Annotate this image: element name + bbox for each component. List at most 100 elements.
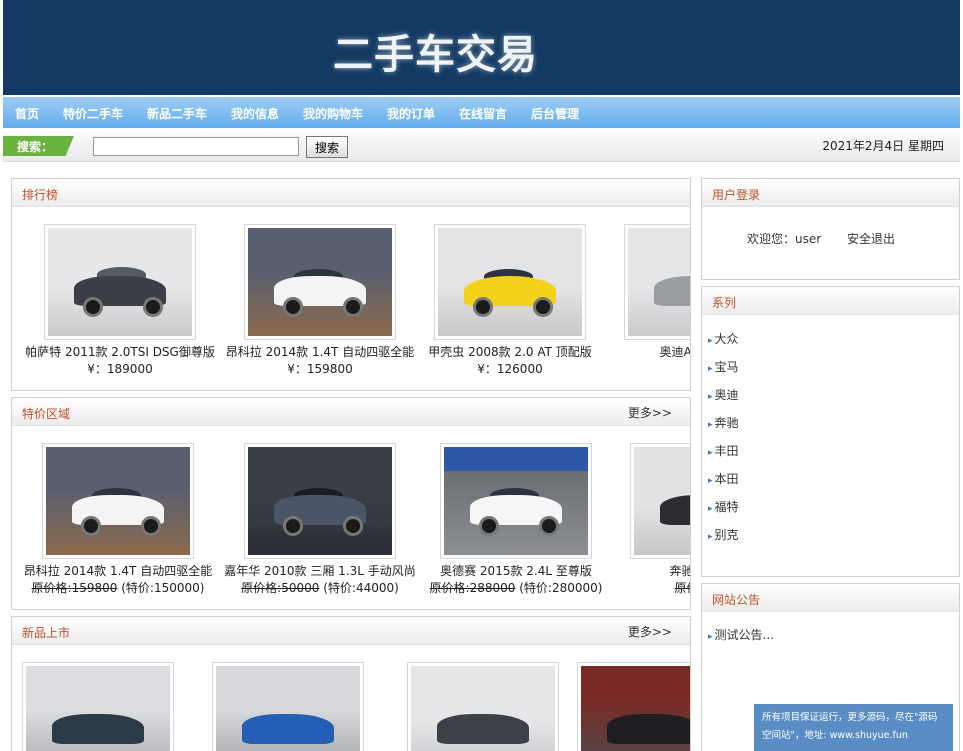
- nav-admin[interactable]: 后台管理: [531, 105, 579, 122]
- new-item[interactable]: [178, 662, 398, 751]
- arrow-icon: ▸: [708, 336, 713, 346]
- car-thumbnail[interactable]: [407, 662, 559, 751]
- login-title: 用户登录: [712, 188, 761, 202]
- new-arrivals-more-link[interactable]: 更多>>: [628, 623, 672, 640]
- car-thumbnail[interactable]: [440, 443, 592, 559]
- series-item-label[interactable]: 福特: [715, 500, 739, 514]
- series-item[interactable]: ▸ 福特: [708, 498, 739, 526]
- site-title: 二手车交易: [333, 32, 538, 78]
- series-panel: 系列 ▸ 大众 ▸ 宝马 ▸ 奥迪 ▸ 奔驰 ▸ 丰田 ▸ 本田 ▸ 福特 ▸ 别克: [701, 286, 960, 577]
- new-item[interactable]: [543, 662, 690, 751]
- car-photo: [46, 447, 190, 555]
- car-thumbnail[interactable]: [22, 662, 174, 751]
- car-photo: [26, 666, 170, 751]
- nav-my-info[interactable]: 我的信息: [231, 105, 279, 122]
- nav-messages[interactable]: 在线留言: [459, 105, 507, 122]
- search-button[interactable]: 搜索: [306, 136, 348, 158]
- specials-header: 特价区域 更多>>: [12, 398, 690, 426]
- original-price-label: 原价格:: [31, 581, 72, 595]
- car-photo: [248, 447, 392, 555]
- series-item[interactable]: ▸ 宝马: [708, 358, 739, 386]
- nav-home[interactable]: 首页: [15, 105, 39, 122]
- car-thumbnail[interactable]: [624, 224, 690, 340]
- specials-title: 特价区域: [22, 407, 71, 421]
- login-header: 用户登录: [702, 179, 959, 207]
- ranking-header: 排行榜: [12, 179, 690, 207]
- series-item-label[interactable]: 大众: [715, 332, 739, 346]
- car-photo: [48, 228, 192, 336]
- nav-specials[interactable]: 特价二手车: [63, 105, 123, 122]
- special-price: (特价:280000): [519, 581, 603, 595]
- series-item-label[interactable]: 宝马: [715, 360, 739, 374]
- login-panel: 用户登录 欢迎您：user 安全退出: [701, 178, 960, 280]
- ranking-item[interactable]: 甲壳虫 2008款 2.0 AT 顶配版 ¥：126000: [400, 224, 620, 377]
- nav-my-cart[interactable]: 我的购物车: [303, 105, 363, 122]
- special-price: (特价:44000): [323, 581, 399, 595]
- car-name[interactable]: 奥迪A4L 2010: [590, 343, 690, 360]
- new-arrivals-title: 新品上市: [22, 626, 71, 640]
- new-arrivals-panel: 新品上市 更多>>: [11, 616, 691, 751]
- car-price: 原价格:288000 (特价:280000): [406, 579, 626, 596]
- car-thumbnail[interactable]: [212, 662, 364, 751]
- series-item[interactable]: ▸ 大众: [708, 330, 739, 358]
- car-price: ¥：: [590, 360, 690, 377]
- original-price: 288000: [469, 581, 516, 595]
- car-thumbnail[interactable]: [244, 443, 396, 559]
- series-item[interactable]: ▸ 奥迪: [708, 386, 739, 414]
- special-item[interactable]: 昂科拉 2014款 1.4T 自动四驱全能 原价格:159800 (特价:150…: [12, 443, 228, 596]
- arrow-icon: ▸: [708, 448, 713, 458]
- car-photo: [634, 447, 690, 555]
- series-item[interactable]: ▸ 本田: [708, 470, 739, 498]
- logout-link[interactable]: 安全退出: [847, 230, 895, 247]
- car-price: 原价格:698: [596, 579, 690, 596]
- series-list: ▸ 大众 ▸ 宝马 ▸ 奥迪 ▸ 奔驰 ▸ 丰田 ▸ 本田 ▸ 福特 ▸ 别克: [708, 330, 739, 554]
- car-name[interactable]: 甲壳虫 2008款 2.0 AT 顶配版: [400, 343, 620, 360]
- car-name[interactable]: 嘉年华 2010款 三厢 1.3L 手动风尚: [210, 562, 430, 579]
- series-item-label[interactable]: 丰田: [715, 444, 739, 458]
- car-thumbnail[interactable]: [434, 224, 586, 340]
- ranking-item[interactable]: 帕萨特 2011款 2.0TSI DSG御尊版 ¥：189000: [12, 224, 230, 377]
- series-item[interactable]: ▸ 丰田: [708, 442, 739, 470]
- car-name[interactable]: 奥德赛 2015款 2.4L 至尊版: [406, 562, 626, 579]
- car-name[interactable]: 昂科拉 2014款 1.4T 自动四驱全能: [210, 343, 430, 360]
- series-item-label[interactable]: 奔驰: [715, 416, 739, 430]
- series-item[interactable]: ▸ 奔驰: [708, 414, 739, 442]
- ranking-item[interactable]: 奥迪A4L 2010 ¥：: [590, 224, 690, 377]
- car-name[interactable]: 昂科拉 2014款 1.4T 自动四驱全能: [12, 562, 228, 579]
- series-header: 系列: [702, 287, 959, 315]
- car-price: ¥：126000: [477, 362, 543, 376]
- series-item-label[interactable]: 别克: [715, 528, 739, 542]
- series-item[interactable]: ▸ 别克: [708, 526, 739, 554]
- specials-more-link[interactable]: 更多>>: [628, 404, 672, 421]
- nav-my-orders[interactable]: 我的订单: [387, 105, 435, 122]
- ranking-item[interactable]: 昂科拉 2014款 1.4T 自动四驱全能 ¥：159800: [210, 224, 430, 377]
- special-item[interactable]: 奔驰M级 201 原价格:698: [596, 443, 690, 596]
- arrow-icon: ▸: [708, 632, 713, 642]
- arrow-icon: ▸: [708, 504, 713, 514]
- arrow-icon: ▸: [708, 364, 713, 374]
- search-label: 搜索：: [3, 136, 74, 156]
- special-item[interactable]: 奥德赛 2015款 2.4L 至尊版 原价格:288000 (特价:280000…: [406, 443, 626, 596]
- car-name[interactable]: 奔驰M级 201: [596, 562, 690, 579]
- main-nav: 首页 特价二手车 新品二手车 我的信息 我的购物车 我的订单 在线留言 后台管理: [3, 97, 960, 128]
- search-input[interactable]: [93, 137, 299, 156]
- nav-new-cars[interactable]: 新品二手车: [147, 105, 207, 122]
- special-item[interactable]: 嘉年华 2010款 三厢 1.3L 手动风尚 原价格:50000 (特价:440…: [210, 443, 430, 596]
- arrow-icon: ▸: [708, 392, 713, 402]
- car-thumbnail[interactable]: [44, 224, 196, 340]
- car-thumbnail[interactable]: [630, 443, 690, 559]
- announcement-item[interactable]: ▸ 测试公告...: [708, 626, 774, 654]
- car-price: 原价格:159800 (特价:150000): [12, 579, 228, 596]
- car-thumbnail[interactable]: [577, 662, 690, 751]
- new-arrivals-header: 新品上市 更多>>: [12, 617, 690, 645]
- original-price: 159800: [71, 581, 118, 595]
- notice-line-1: 所有项目保证运行，更多源码，尽在"源码: [762, 712, 938, 723]
- announcement-item-label[interactable]: 测试公告...: [715, 628, 774, 642]
- announcement-title: 网站公告: [712, 593, 761, 607]
- car-name[interactable]: 帕萨特 2011款 2.0TSI DSG御尊版: [12, 343, 230, 360]
- series-item-label[interactable]: 本田: [715, 472, 739, 486]
- car-thumbnail[interactable]: [244, 224, 396, 340]
- car-thumbnail[interactable]: [42, 443, 194, 559]
- series-item-label[interactable]: 奥迪: [715, 388, 739, 402]
- ranking-title: 排行榜: [22, 188, 59, 202]
